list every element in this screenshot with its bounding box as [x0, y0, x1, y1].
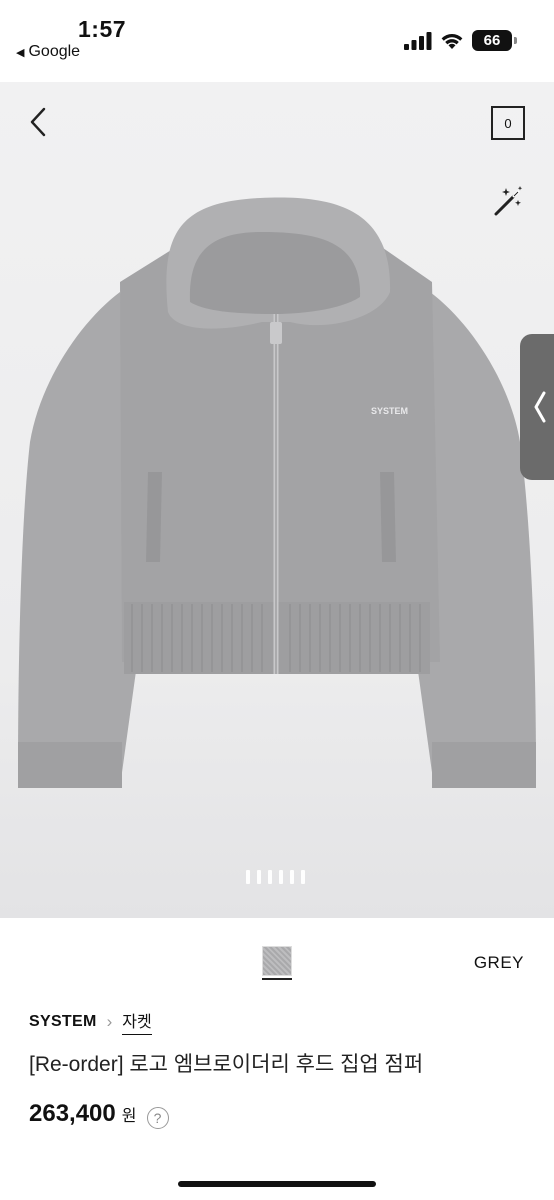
magic-wand-icon: [494, 186, 523, 216]
category-link[interactable]: 자켓: [122, 1008, 152, 1035]
embroidery-text: SYSTEM: [371, 406, 408, 416]
brand-link[interactable]: SYSTEM: [29, 1013, 97, 1031]
gallery-pagination: [246, 870, 305, 884]
help-symbol: ?: [153, 1110, 162, 1126]
product-image-gallery[interactable]: SYSTEM 0: [0, 82, 554, 918]
price-help-icon[interactable]: ?: [146, 1107, 169, 1129]
pagination-dot[interactable]: [246, 870, 250, 884]
color-selector: GREY: [0, 940, 554, 984]
color-swatch-grey[interactable]: [262, 946, 292, 976]
cart-count: 0: [504, 115, 512, 131]
chevron-right-icon: ›: [106, 1011, 113, 1031]
back-app-label: Google: [28, 43, 81, 60]
clock-time: 1:57: [78, 16, 127, 42]
cart-button[interactable]: 0: [491, 106, 525, 140]
pagination-dot[interactable]: [301, 870, 305, 884]
chevron-left-icon: [534, 391, 546, 423]
magic-wand-button[interactable]: [492, 184, 524, 218]
cellular-signal-icon: [404, 31, 432, 50]
product-photo[interactable]: SYSTEM: [0, 82, 554, 918]
product-title: [Re-order] 로고 엠브로이더리 후드 집업 점퍼: [29, 1053, 424, 1076]
wifi-icon: [441, 33, 463, 49]
back-triangle-icon: ◀: [16, 46, 25, 59]
product-price: 263,400: [29, 1100, 116, 1127]
selected-color-label: GREY: [473, 953, 524, 972]
pagination-dot[interactable]: [279, 870, 283, 884]
back-to-app-link[interactable]: ◀ Google: [16, 43, 80, 61]
status-icons: 66: [404, 30, 517, 51]
breadcrumb: SYSTEM › 자켓: [29, 1008, 152, 1035]
pagination-dot[interactable]: [257, 870, 261, 884]
pagination-dot[interactable]: [290, 870, 294, 884]
back-button[interactable]: [22, 106, 54, 138]
side-drawer-tab[interactable]: [520, 334, 554, 480]
battery-indicator: 66: [472, 30, 517, 51]
status-bar: 1:57 ◀ Google 66: [0, 0, 554, 82]
home-indicator[interactable]: [178, 1181, 376, 1187]
pagination-dot[interactable]: [268, 870, 272, 884]
swatch-selected-indicator: [262, 978, 292, 980]
price-row: 263,400 원 ?: [29, 1100, 169, 1129]
chevron-left-icon: [30, 107, 46, 137]
price-currency: 원: [121, 1108, 137, 1125]
battery-level: 66: [483, 32, 501, 49]
